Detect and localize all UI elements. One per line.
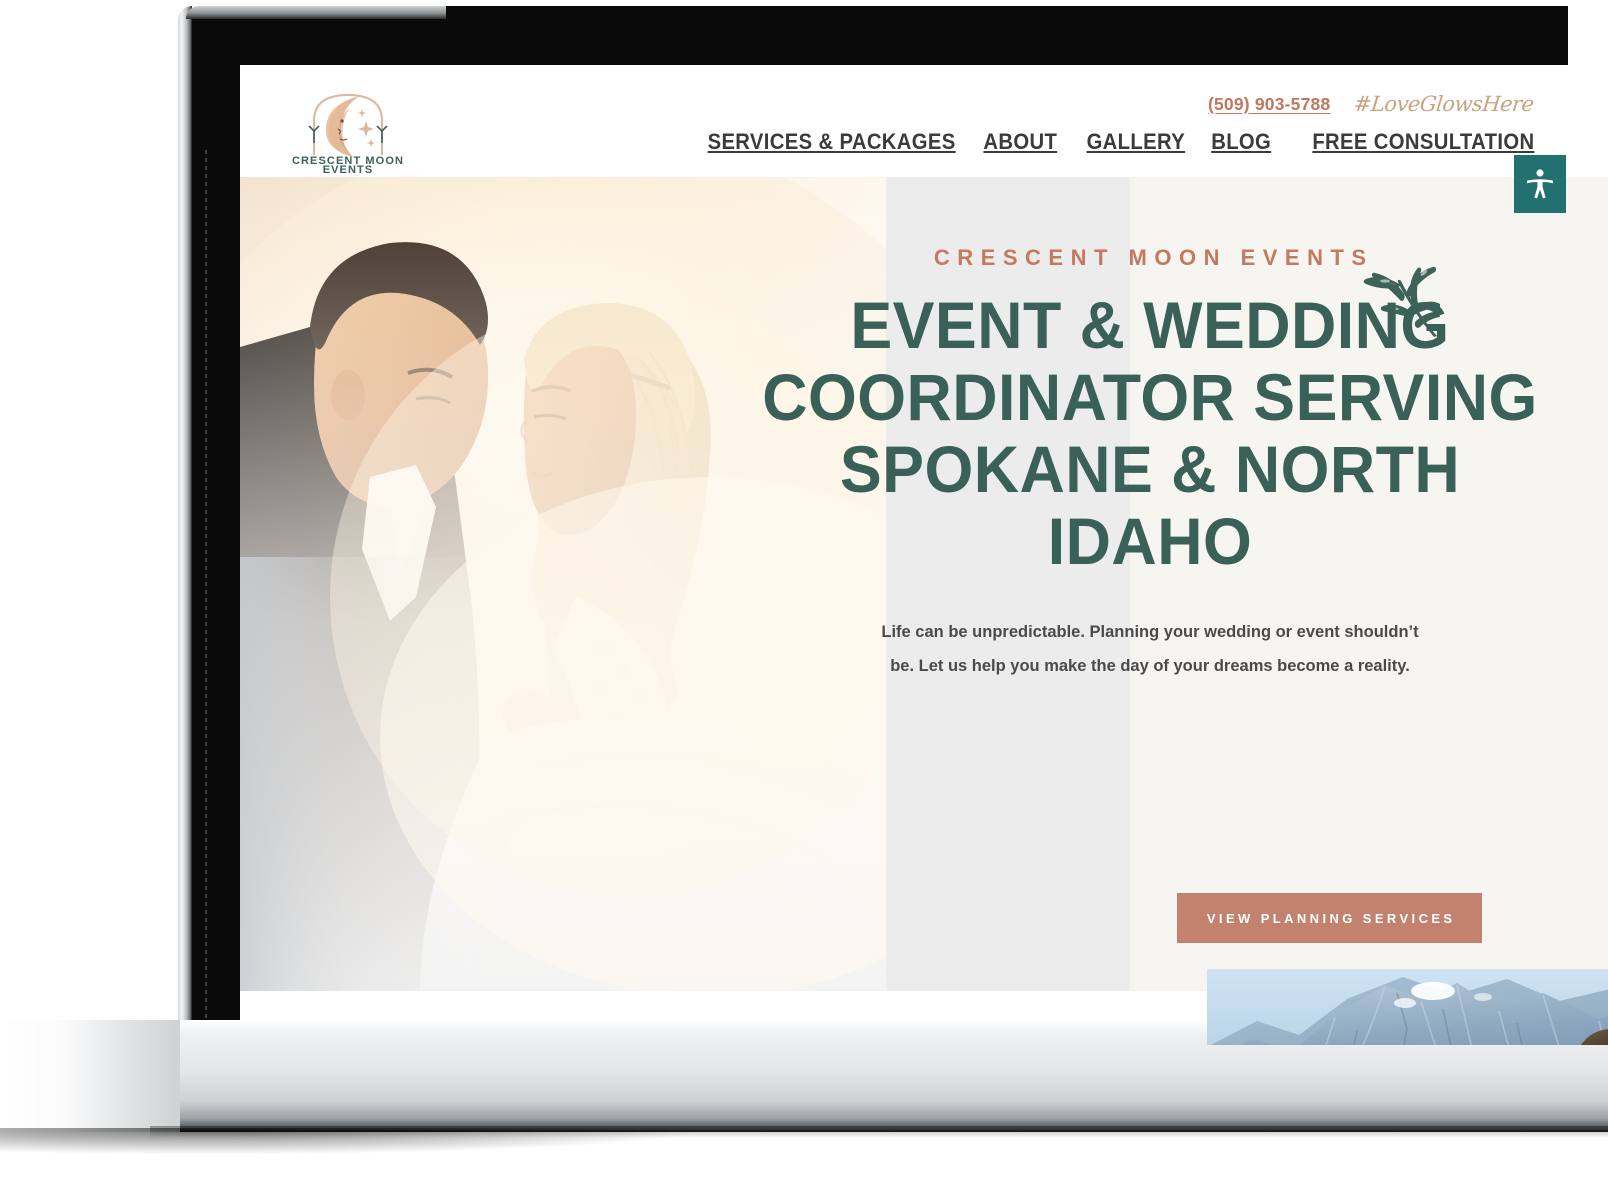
laptop-base-shadow — [0, 1128, 700, 1154]
phone-link[interactable]: (509) 903-5788 — [1208, 94, 1330, 115]
logo-wordmark-line2: EVENTS — [323, 164, 374, 173]
laptop-base-left-cap — [0, 1020, 180, 1132]
brand-hashtag: #LoveGlowsHere — [1353, 92, 1536, 116]
nav-item-gallery[interactable]: GALLERY — [1087, 129, 1186, 155]
hero-lede-line-1: Life can be unpredictable. Planning your… — [881, 623, 1419, 641]
mountain-photo-card — [1207, 969, 1608, 1045]
laptop-left-edge-highlight — [178, 6, 192, 1051]
nav-item-free-consultation[interactable]: FREE CONSULTATION — [1312, 129, 1534, 155]
nav-item-blog[interactable]: BLOG — [1212, 129, 1272, 155]
view-planning-services-button[interactable]: VIEW PLANNING SERVICES — [1177, 893, 1482, 943]
hero-heading-line-2: COORDINATOR SERVING — [762, 360, 1538, 434]
header-top-row: (509) 903-5788 #LoveGlowsHere — [686, 91, 1536, 117]
site-header: CRESCENT MOON EVENTS (509) 903-5788 #Lov… — [240, 65, 1608, 177]
hero-heading-line-1: EVENT & WEDDING — [850, 288, 1450, 362]
hero-lede: Life can be unpredictable. Planning your… — [870, 615, 1430, 683]
screenshot-root: CRESCENT MOON EVENTS EVENT & WEDDING COO… — [0, 0, 1608, 1180]
hero-heading: EVENT & WEDDING COORDINATOR SERVING SPOK… — [732, 289, 1568, 577]
header-right-cluster: (509) 903-5788 #LoveGlowsHere SERVICES &… — [686, 91, 1536, 155]
main-navigation: SERVICES & PACKAGES ABOUT GALLERY BLOG F… — [686, 129, 1534, 155]
hero-eyebrow: CRESCENT MOON EVENTS — [933, 245, 1374, 270]
laptop-top-edge-highlight — [186, 6, 446, 19]
nav-item-services-packages[interactable]: SERVICES & PACKAGES — [708, 129, 956, 155]
site-logo[interactable]: CRESCENT MOON EVENTS — [292, 81, 404, 173]
accessibility-widget-button[interactable] — [1514, 155, 1566, 213]
nav-item-about[interactable]: ABOUT — [983, 129, 1057, 155]
hero-lede-line-2: be. Let us help you make the day of your… — [890, 657, 1410, 675]
accessibility-person-icon — [1525, 168, 1555, 200]
website-viewport: CRESCENT MOON EVENTS EVENT & WEDDING COO… — [240, 65, 1608, 1045]
laptop-hinge-seam — [205, 150, 207, 1050]
hero-copy-block: CRESCENT MOON EVENTS EVENT & WEDDING COO… — [710, 245, 1590, 683]
hero-heading-line-3: SPOKANE & NORTH IDAHO — [839, 432, 1461, 578]
